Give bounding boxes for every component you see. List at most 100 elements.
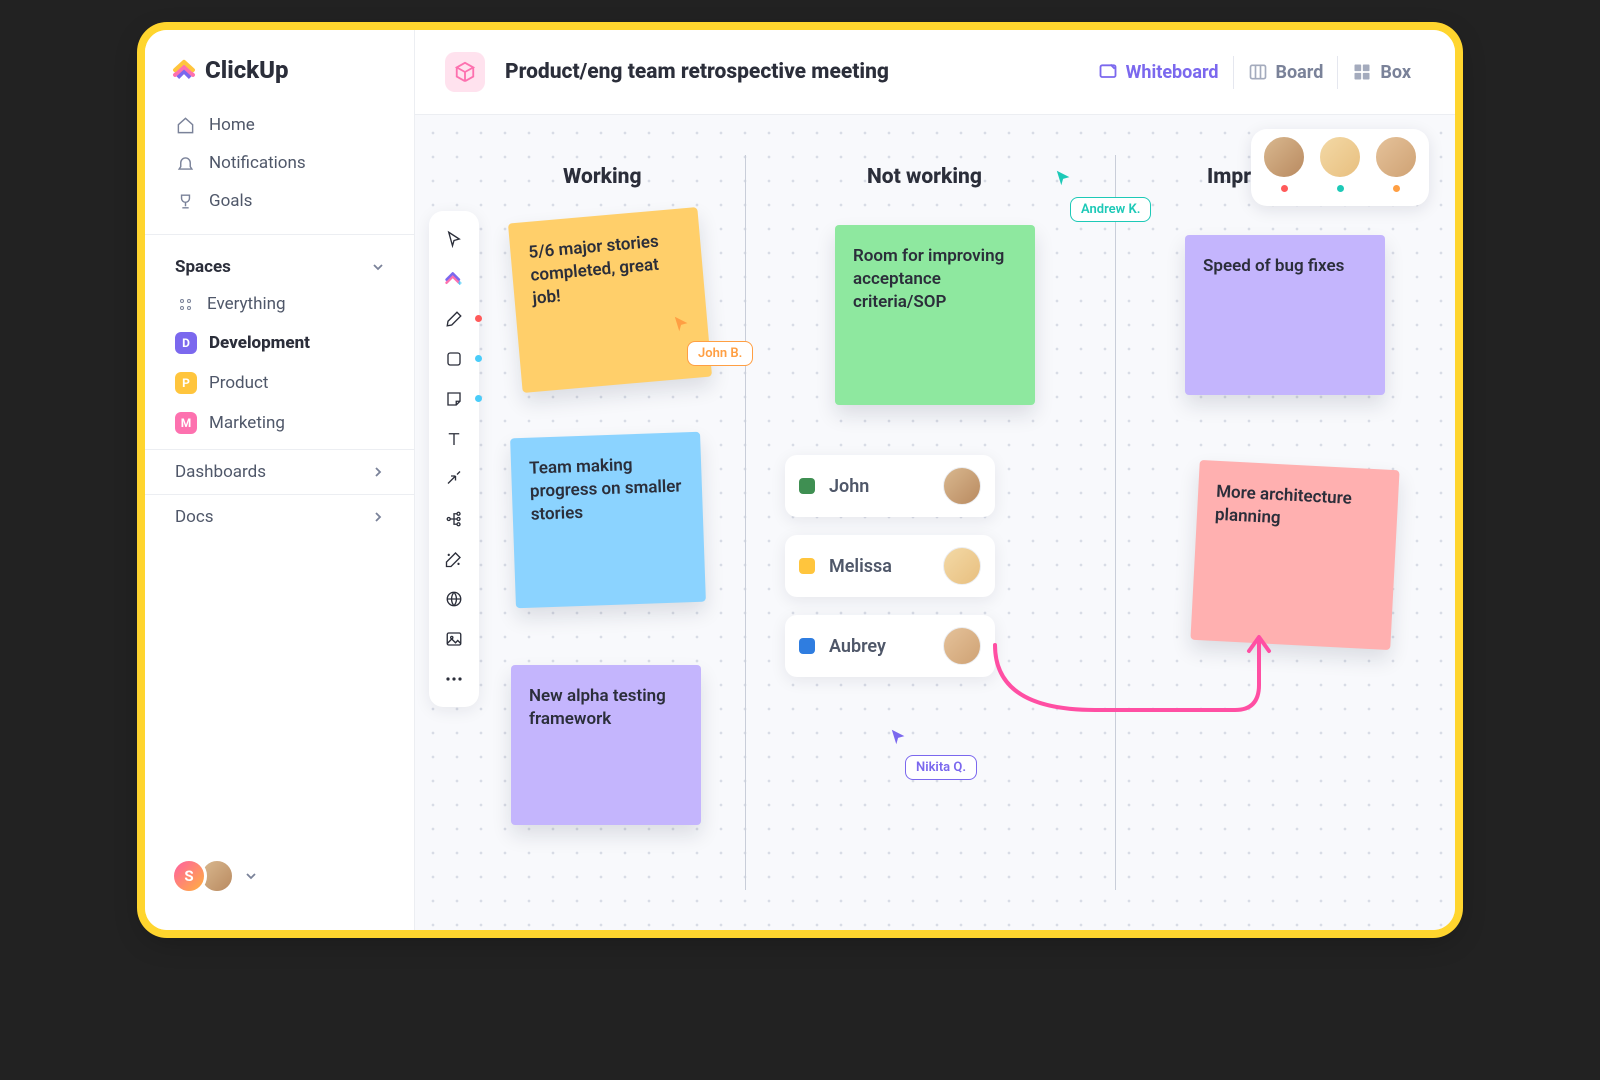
- space-development[interactable]: D Development: [161, 323, 398, 363]
- spaces-everything[interactable]: Everything: [161, 285, 398, 323]
- presence-user[interactable]: [1261, 135, 1307, 192]
- whiteboard-toolbar: +: [429, 211, 479, 707]
- person-card[interactable]: Aubrey: [785, 615, 995, 677]
- status-square: [799, 638, 815, 654]
- spaces-heading: Spaces: [175, 257, 231, 277]
- presence-user[interactable]: [1317, 135, 1363, 192]
- nav-notifications[interactable]: Notifications: [161, 144, 398, 182]
- tool-connector[interactable]: [436, 461, 472, 497]
- main-nav: Home Notifications Goals: [145, 106, 414, 234]
- person-name: Melissa: [829, 556, 892, 577]
- tab-box[interactable]: Box: [1337, 56, 1425, 89]
- tool-sticky[interactable]: [436, 381, 472, 417]
- whiteboard-icon: [1098, 62, 1118, 82]
- person-card[interactable]: Melissa: [785, 535, 995, 597]
- presence-dot: [1393, 185, 1400, 192]
- nav-label: Docs: [175, 507, 214, 527]
- nav-label: Notifications: [209, 153, 306, 173]
- chevron-right-icon: [372, 466, 384, 478]
- column-divider: [1115, 155, 1116, 890]
- person-card[interactable]: John: [785, 455, 995, 517]
- presence-panel[interactable]: [1251, 129, 1429, 206]
- nav-label: Goals: [209, 191, 252, 211]
- nav-home[interactable]: Home: [161, 106, 398, 144]
- tab-label: Whiteboard: [1126, 62, 1219, 83]
- nav-goals[interactable]: Goals: [161, 182, 398, 220]
- tab-board[interactable]: Board: [1233, 56, 1338, 89]
- tool-magic[interactable]: [436, 541, 472, 577]
- space-product[interactable]: P Product: [161, 363, 398, 403]
- nav-docs[interactable]: Docs: [145, 494, 414, 539]
- person-name: Aubrey: [829, 636, 886, 657]
- tool-text[interactable]: [436, 421, 472, 457]
- chevron-right-icon: [372, 511, 384, 523]
- column-divider: [745, 155, 746, 890]
- person-name: John: [829, 476, 869, 497]
- column-title-working: Working: [563, 165, 642, 189]
- presence-dot: [1337, 185, 1344, 192]
- status-square: [799, 478, 815, 494]
- chevron-down-icon: [245, 870, 257, 882]
- color-dot: [475, 395, 482, 402]
- sticky-note[interactable]: Room for improving acceptance criteria/S…: [835, 225, 1035, 405]
- tab-whiteboard[interactable]: Whiteboard: [1084, 56, 1233, 89]
- avatar: [1262, 135, 1306, 179]
- view-tabs: Whiteboard Board Box: [1084, 56, 1425, 89]
- space-marketing[interactable]: M Marketing: [161, 403, 398, 443]
- trophy-icon: [175, 192, 195, 211]
- spaces-header[interactable]: Spaces: [161, 249, 398, 285]
- tool-image[interactable]: [436, 621, 472, 657]
- cursor-label: Andrew K.: [1070, 197, 1151, 222]
- cursor-icon: [673, 315, 691, 333]
- space-badge: D: [175, 332, 197, 354]
- chevron-down-icon: [372, 261, 384, 273]
- everything-icon: [175, 299, 195, 310]
- tool-shape[interactable]: [436, 341, 472, 377]
- cursor-label: Nikita Q.: [905, 755, 977, 780]
- avatar: [1318, 135, 1362, 179]
- tool-more[interactable]: [436, 661, 472, 697]
- cursor-label: John B.: [687, 341, 753, 366]
- space-badge: P: [175, 372, 197, 394]
- tool-mindmap[interactable]: [436, 501, 472, 537]
- presence-user[interactable]: [1373, 135, 1419, 192]
- logo-icon: [171, 57, 197, 83]
- user-cluster[interactable]: S: [145, 838, 414, 914]
- whiteboard-canvas[interactable]: + Working Not working Improve: [415, 115, 1455, 930]
- sticky-note[interactable]: 5/6 major stories completed, great job!: [508, 207, 712, 393]
- logo[interactable]: ClickUp: [145, 56, 414, 106]
- space-label: Everything: [207, 294, 286, 314]
- space-label: Development: [209, 333, 310, 353]
- avatar: [943, 467, 981, 505]
- logo-text: ClickUp: [205, 56, 289, 84]
- avatar: [1374, 135, 1418, 179]
- tool-web[interactable]: [436, 581, 472, 617]
- topbar: Product/eng team retrospective meeting W…: [415, 30, 1455, 115]
- nav-dashboards[interactable]: Dashboards: [145, 449, 414, 494]
- page-title: Product/eng team retrospective meeting: [505, 60, 889, 84]
- tool-pen[interactable]: [436, 301, 472, 337]
- cursor-icon: [890, 728, 908, 746]
- box-icon: [1352, 62, 1372, 82]
- tool-select[interactable]: [436, 221, 472, 257]
- home-icon: [175, 116, 195, 135]
- cursor-icon: [1055, 169, 1073, 187]
- cube-icon: [454, 61, 476, 83]
- app-window: ClickUp Home Notifications Goals Spaces: [145, 30, 1455, 930]
- sticky-note[interactable]: More architecture planning: [1190, 460, 1399, 650]
- presence-dot: [1281, 185, 1288, 192]
- nav-label: Home: [209, 115, 255, 135]
- sticky-note[interactable]: Team making progress on smaller stories: [510, 432, 706, 609]
- status-square: [799, 558, 815, 574]
- page-icon[interactable]: [445, 52, 485, 92]
- sticky-note[interactable]: Speed of bug fixes: [1185, 235, 1385, 395]
- tab-label: Board: [1276, 62, 1324, 83]
- tool-clickup-item[interactable]: +: [436, 261, 472, 297]
- nav-label: Dashboards: [175, 462, 266, 482]
- svg-text:+: +: [458, 278, 462, 287]
- sticky-note[interactable]: New alpha testing framework: [511, 665, 701, 825]
- connector-arrow[interactable]: [975, 625, 1285, 755]
- color-dot: [475, 315, 482, 322]
- sidebar: ClickUp Home Notifications Goals Spaces: [145, 30, 415, 930]
- spaces-section: Spaces Everything D Development P Produc…: [145, 234, 414, 449]
